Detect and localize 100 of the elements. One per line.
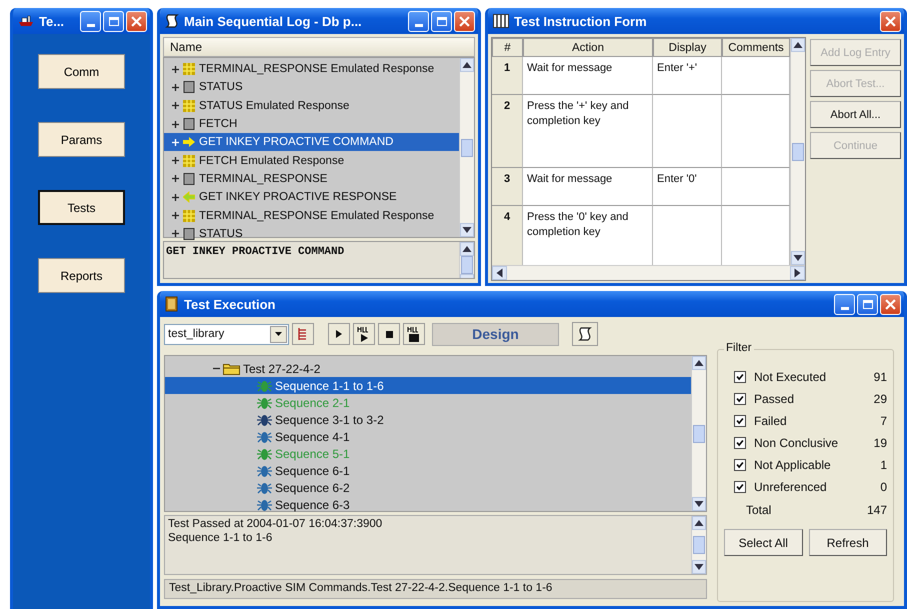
play-button[interactable] xyxy=(328,323,350,345)
tree-item[interactable]: Sequence 6-2 xyxy=(165,479,691,496)
scroll-thumb[interactable] xyxy=(693,536,705,554)
nav-button[interactable]: Comm xyxy=(38,54,125,89)
column-header[interactable]: Action xyxy=(523,38,653,57)
close-button[interactable] xyxy=(126,10,147,32)
nav-button[interactable]: Params xyxy=(38,122,125,157)
scrollbar[interactable] xyxy=(492,265,805,280)
count-value: 29 xyxy=(874,392,887,406)
expand-icon[interactable] xyxy=(172,66,179,73)
ship-icon xyxy=(18,15,34,27)
column-header[interactable]: Name xyxy=(163,37,475,57)
play-all-button[interactable] xyxy=(353,323,375,345)
expand-icon[interactable] xyxy=(172,84,179,91)
scroll-button[interactable] xyxy=(572,322,598,346)
column-header[interactable]: # xyxy=(492,38,523,57)
maximize-button[interactable] xyxy=(431,10,452,32)
tree-item[interactable]: Sequence 1-1 to 1-6 xyxy=(165,377,691,394)
row-number: 2 xyxy=(492,95,523,168)
stop-all-button[interactable] xyxy=(403,323,425,345)
minimize-button[interactable] xyxy=(80,10,101,32)
expand-icon[interactable] xyxy=(172,102,179,110)
log-item[interactable]: STATUS xyxy=(164,78,459,97)
table-icon xyxy=(493,14,509,28)
row-number: 1 xyxy=(492,57,523,95)
count-value: 91 xyxy=(874,370,887,384)
close-icon xyxy=(885,16,896,26)
log-item[interactable]: FETCH Emulated Response xyxy=(164,151,459,170)
log-item[interactable]: FETCH xyxy=(164,114,459,134)
grid-icon xyxy=(183,63,195,76)
log-item[interactable]: TERMINAL_RESPONSE Emulated Response xyxy=(164,60,459,78)
stop-all-icon xyxy=(407,326,421,342)
scroll-thumb[interactable] xyxy=(461,256,473,274)
filter-button[interactable]: Refresh xyxy=(808,529,887,556)
grid-icon xyxy=(183,154,195,167)
scroll-icon xyxy=(165,13,179,29)
log-item[interactable]: GET INKEY PROACTIVE COMMAND xyxy=(164,133,459,152)
close-button[interactable] xyxy=(880,294,901,314)
dropdown-arrow-icon xyxy=(275,332,282,336)
row-number: 4 xyxy=(492,206,523,265)
scrollbar[interactable] xyxy=(691,516,706,574)
count-value: 19 xyxy=(874,436,887,450)
box-icon xyxy=(183,81,195,94)
close-button[interactable] xyxy=(454,10,475,32)
count-value: 1 xyxy=(880,458,887,472)
checkbox[interactable] xyxy=(734,459,746,471)
grid-icon xyxy=(183,100,195,112)
log-item[interactable]: TERMINAL_RESPONSE Emulated Response xyxy=(164,206,459,225)
maximize-icon xyxy=(862,300,872,308)
tree-item[interactable]: Sequence 6-3 xyxy=(165,496,691,513)
log-item[interactable]: GET INKEY PROACTIVE RESPONSE xyxy=(164,188,459,206)
tree-item[interactable]: Sequence 3-1 to 3-2 xyxy=(165,411,691,428)
stop-button[interactable] xyxy=(378,323,400,345)
checkbox[interactable] xyxy=(734,437,746,449)
nav-button[interactable]: Reports xyxy=(38,258,125,293)
minimize-button[interactable] xyxy=(834,294,855,314)
close-icon xyxy=(885,298,896,310)
tree-item[interactable]: Sequence 6-1 xyxy=(165,462,691,479)
checkbox[interactable] xyxy=(734,481,746,493)
scrollbar[interactable] xyxy=(691,356,706,511)
checkbox[interactable] xyxy=(734,415,746,427)
total-value: 147 xyxy=(866,503,887,517)
expand-icon[interactable] xyxy=(172,157,179,164)
stop-icon xyxy=(386,330,392,338)
window-title: Te... xyxy=(39,14,66,28)
list-tool-button[interactable] xyxy=(292,323,314,345)
expand-icon[interactable] xyxy=(172,230,179,238)
maximize-button[interactable] xyxy=(857,294,878,314)
checkbox[interactable] xyxy=(734,393,746,405)
expand-icon[interactable] xyxy=(172,175,179,182)
log-item[interactable]: STATUS xyxy=(164,224,459,243)
maximize-button[interactable] xyxy=(103,10,124,32)
checkbox[interactable] xyxy=(734,371,746,383)
mode-label: Design xyxy=(432,322,559,346)
expand-icon[interactable] xyxy=(172,212,179,220)
play-icon xyxy=(336,330,342,338)
library-dropdown[interactable]: test_library xyxy=(164,324,289,344)
nav-button[interactable]: Tests xyxy=(38,190,125,225)
filter-button[interactable]: Select All xyxy=(724,529,802,556)
column-header[interactable]: Display xyxy=(653,38,722,57)
action-button[interactable]: Abort All... xyxy=(810,101,901,128)
close-button[interactable] xyxy=(880,10,901,32)
tree-item[interactable]: Test 27-22-4-2 xyxy=(165,360,691,377)
table-cell: Wait for message xyxy=(523,57,653,95)
expand-icon[interactable] xyxy=(172,194,179,201)
column-header[interactable]: Comments xyxy=(722,38,790,57)
log-item[interactable]: TERMINAL_RESPONSE xyxy=(164,170,459,188)
scroll-thumb[interactable] xyxy=(461,138,473,156)
minimize-button[interactable] xyxy=(408,10,429,32)
scrollbar[interactable] xyxy=(790,38,805,265)
tree-item[interactable]: Sequence 4-1 xyxy=(165,428,691,445)
scrollbar[interactable] xyxy=(459,58,474,237)
log-item[interactable]: STATUS Emulated Response xyxy=(164,96,459,115)
scrollbar[interactable] xyxy=(459,242,474,278)
scroll-thumb[interactable] xyxy=(792,142,804,160)
expand-icon[interactable] xyxy=(172,120,179,128)
scroll-thumb[interactable] xyxy=(693,424,705,442)
filter-label: Unreferenced xyxy=(754,480,828,494)
status-path: Test_Library.Proactive SIM Commands.Test 27-22-4-2.Sequence 1-1 to 1-6 xyxy=(164,579,707,599)
collapse-icon[interactable] xyxy=(213,365,220,372)
